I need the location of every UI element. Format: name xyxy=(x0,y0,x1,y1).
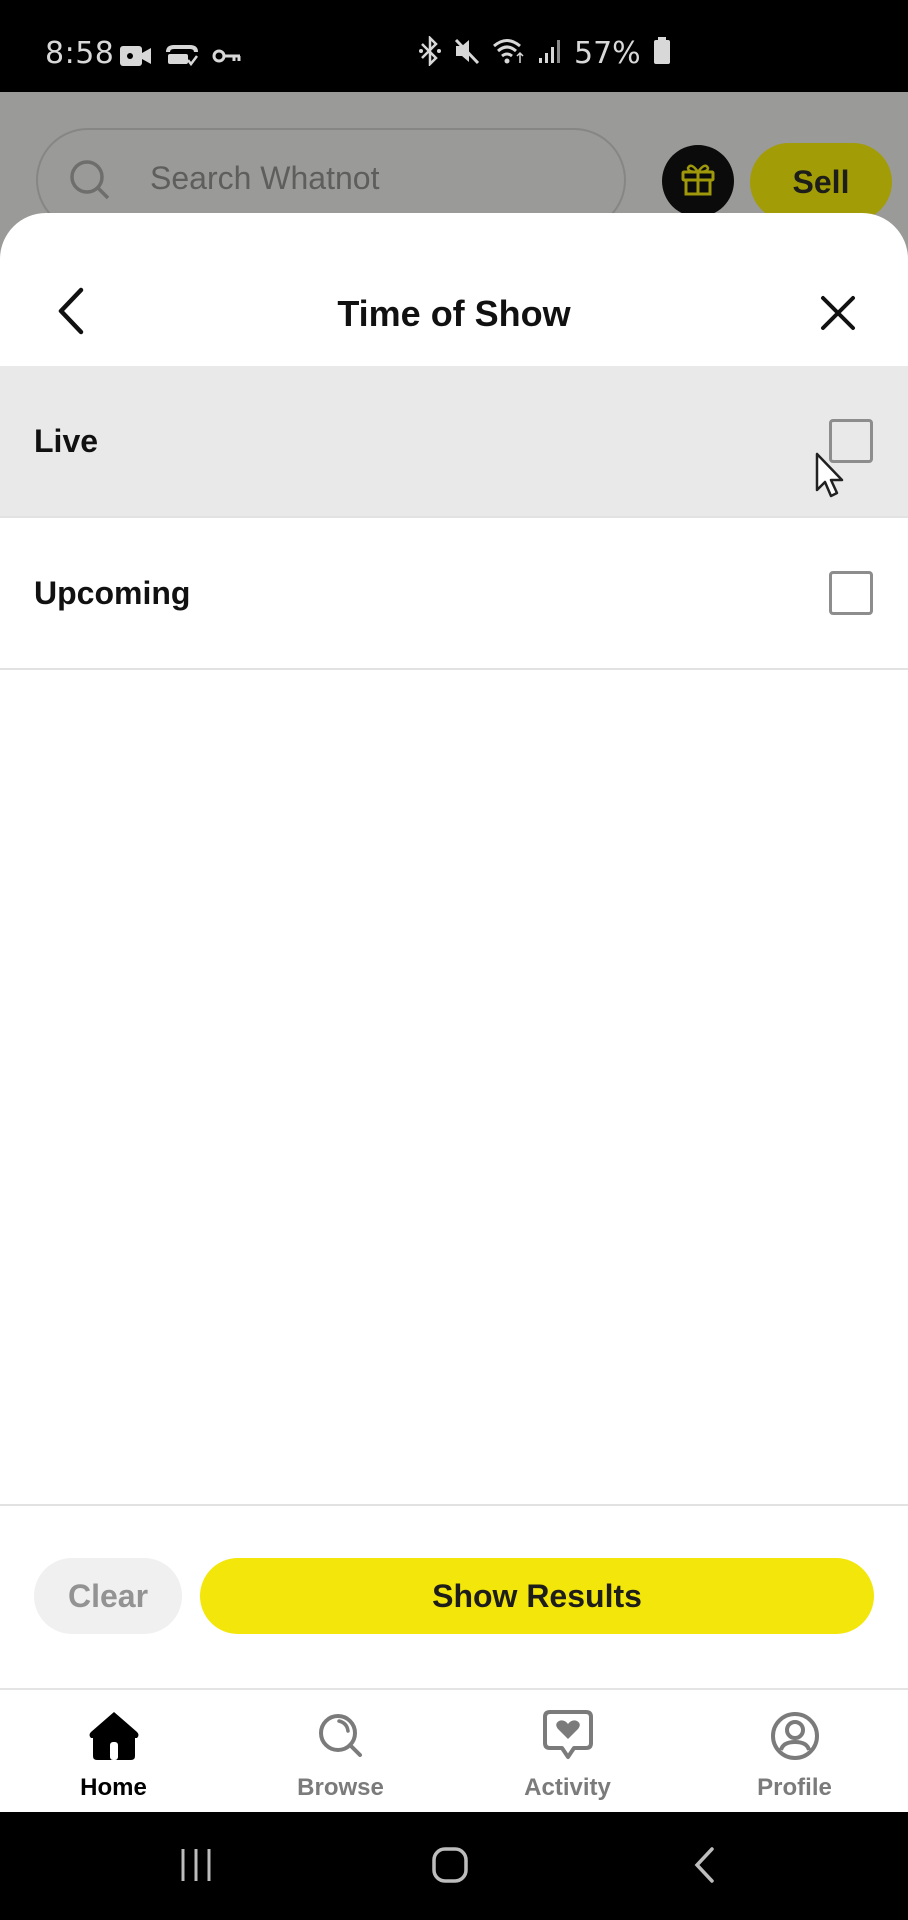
tab-home[interactable]: Home xyxy=(0,1690,227,1814)
status-time: 8:58 xyxy=(45,36,115,71)
mouse-cursor-icon xyxy=(814,452,848,505)
system-nav-bar xyxy=(0,1812,908,1920)
sheet-header: Time of Show xyxy=(0,213,908,367)
back-nav-button[interactable] xyxy=(674,1842,734,1892)
recent-apps-icon xyxy=(179,1847,213,1888)
gift-icon xyxy=(679,160,717,203)
recent-apps-button[interactable] xyxy=(166,1842,226,1892)
bottom-tab-bar: Home Browse Activity Profile xyxy=(0,1688,908,1812)
bluetooth-icon xyxy=(418,34,442,71)
home-nav-icon xyxy=(431,1846,469,1889)
show-results-button[interactable]: Show Results xyxy=(200,1558,874,1634)
status-bar: 8:58 57% xyxy=(0,0,908,92)
tab-browse[interactable]: Browse xyxy=(227,1690,454,1814)
tab-label: Activity xyxy=(524,1774,611,1801)
tab-label: Profile xyxy=(757,1774,832,1801)
tab-label: Browse xyxy=(297,1774,384,1801)
battery-icon xyxy=(653,37,671,70)
tab-activity[interactable]: Activity xyxy=(454,1690,681,1814)
option-row-upcoming[interactable]: Upcoming xyxy=(0,518,908,670)
option-label: Live xyxy=(34,422,99,459)
clear-button[interactable]: Clear xyxy=(34,1558,182,1634)
back-nav-icon xyxy=(692,1846,716,1889)
home-icon xyxy=(85,1710,143,1767)
mute-icon xyxy=(454,37,480,70)
cast-check-icon xyxy=(166,44,198,73)
tab-profile[interactable]: Profile xyxy=(681,1690,908,1814)
close-icon xyxy=(818,296,858,337)
footer-divider xyxy=(0,1504,908,1506)
tab-label: Home xyxy=(80,1774,147,1801)
search-placeholder: Search Whatnot xyxy=(150,160,380,196)
search-icon xyxy=(68,158,112,207)
signal-icon xyxy=(538,37,562,70)
gift-button xyxy=(662,145,734,217)
profile-icon xyxy=(769,1710,821,1767)
close-button[interactable] xyxy=(818,293,858,333)
vpn-key-icon xyxy=(212,46,242,71)
sell-button: Sell xyxy=(750,143,892,221)
sheet-title: Time of Show xyxy=(337,293,571,334)
battery-percent: 57% xyxy=(574,36,641,71)
option-row-live[interactable]: Live xyxy=(0,366,908,518)
checkbox-upcoming[interactable] xyxy=(829,571,873,615)
activity-heart-icon xyxy=(542,1709,594,1768)
time-of-show-sheet: Time of Show Live Upcoming Clear Show Re… xyxy=(0,213,908,1813)
wifi-icon xyxy=(492,37,526,70)
browse-search-icon xyxy=(316,1711,366,1766)
home-nav-button[interactable] xyxy=(420,1842,480,1892)
video-camera-icon xyxy=(120,44,152,73)
option-label: Upcoming xyxy=(34,574,191,611)
